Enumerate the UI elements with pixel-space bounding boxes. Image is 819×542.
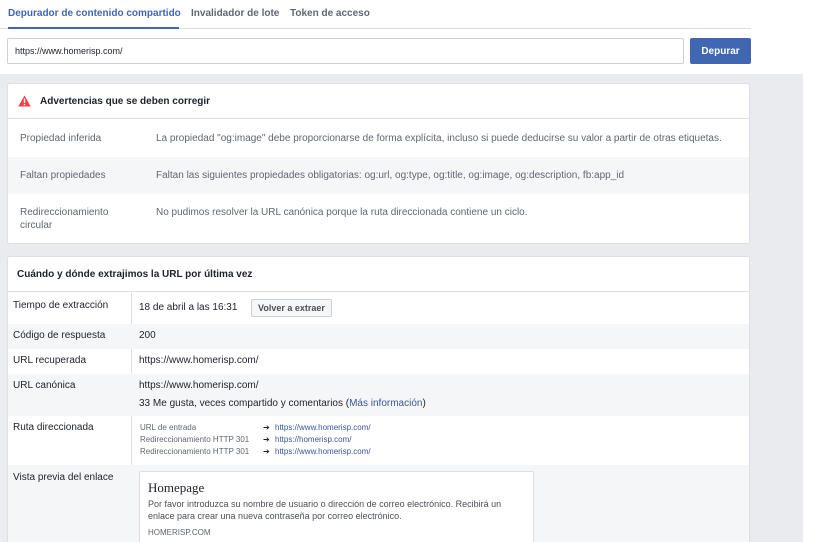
engagement-summary: 33 Me gusta, veces compartido y comentar… (139, 398, 426, 409)
redirect-path-row: Ruta direccionada URL de entrada ➔ https… (8, 416, 749, 465)
tab-access-token[interactable]: Token de acceso (290, 0, 370, 29)
link-preview-card[interactable]: Homepage Por favor introduzca su nombre … (139, 471, 534, 542)
warning-value: La propiedad "og:image" debe proporciona… (156, 133, 722, 144)
response-code-value: 200 (139, 330, 156, 341)
redirect-step: Redireccionamiento HTTP 301 ➔ https://ww… (140, 447, 371, 456)
warning-key: circular (20, 220, 53, 231)
redirect-step-label: Redireccionamiento HTTP 301 (140, 435, 250, 444)
warning-key: Redireccionamiento (20, 207, 109, 218)
response-code-row: Código de respuesta 200 (8, 324, 749, 349)
engagement-text: 33 Me gusta, veces compartido y comentar… (139, 398, 350, 409)
link-preview-title: Homepage (148, 480, 205, 495)
fetched-url-label: URL recuperada (13, 355, 87, 366)
fetch-info-title: Cuándo y dónde extrajimos la URL por últ… (17, 268, 253, 280)
warning-icon (18, 95, 31, 107)
link-preview-row: Vista previa del enlace Homepage Por fav… (8, 465, 749, 542)
warnings-title: Advertencias que se deben corregir (40, 95, 211, 107)
fetch-info-card: Cuándo y dónde extrajimos la URL por últ… (7, 256, 750, 542)
redirect-step: URL de entrada ➔ https://www.homerisp.co… (140, 423, 371, 432)
fetch-time-label: Tiempo de extracción (13, 300, 109, 311)
redirect-step: Redireccionamiento HTTP 301 ➔ https://ho… (140, 435, 351, 444)
tab-sharing-debugger[interactable]: Depurador de contenido compartido (8, 0, 181, 29)
warning-value: Faltan las siguientes propiedades obliga… (156, 170, 625, 181)
fetched-url-link[interactable]: https://www.homerisp.com/ (139, 355, 258, 366)
warning-value: No pudimos resolver la URL canónica porq… (156, 207, 528, 218)
canonical-url-label: URL canónica (13, 380, 76, 391)
link-preview-description: Por favor introduzca su nombre de usuari… (148, 499, 502, 521)
canonical-url-row: URL canónica https://www.homerisp.com/ 3… (8, 374, 749, 416)
redirect-step-label: URL de entrada (140, 423, 197, 432)
redirect-path-label: Ruta direccionada (13, 422, 94, 433)
fetch-time-row: Tiempo de extracción 18 de abril a las 1… (8, 293, 749, 324)
warning-row: Faltan propiedades Faltan las siguientes… (8, 157, 749, 194)
canonical-url-link[interactable]: https://www.homerisp.com/ (139, 380, 258, 391)
link-preview-domain: HOMERISP.COM (148, 528, 211, 537)
warning-row: Redireccionamiento circular No pudimos r… (8, 194, 749, 243)
arrow-right-icon: ➔ (263, 435, 270, 444)
refetch-button[interactable]: Volver a extraer (251, 299, 332, 317)
redirect-step-url[interactable]: https://homerisp.com/ (275, 435, 351, 444)
warning-key: Faltan propiedades (20, 170, 106, 181)
more-info-link[interactable]: Más información (349, 398, 422, 409)
debug-button[interactable]: Depurar (690, 38, 751, 64)
warning-key: Propiedad inferida (20, 133, 102, 144)
tab-bar: Depurador de contenido compartido Invali… (0, 0, 751, 29)
arrow-right-icon: ➔ (263, 423, 270, 432)
warning-row: Propiedad inferida La propiedad "og:imag… (8, 120, 749, 157)
warnings-header: Advertencias que se deben corregir (8, 84, 749, 119)
fetched-url-row: URL recuperada https://www.homerisp.com/ (8, 349, 749, 374)
redirect-step-url[interactable]: https://www.homerisp.com/ (275, 423, 371, 432)
tab-batch-invalidator[interactable]: Invalidador de lote (191, 0, 279, 29)
link-preview-label: Vista previa del enlace (13, 472, 114, 483)
arrow-right-icon: ➔ (263, 447, 270, 456)
warnings-card: Advertencias que se deben corregir Propi… (7, 83, 750, 244)
url-input[interactable] (7, 38, 684, 64)
redirect-step-label: Redireccionamiento HTTP 301 (140, 447, 250, 456)
fetch-time-value: 18 de abril a las 16:31 (139, 302, 238, 313)
redirect-step-url[interactable]: https://www.homerisp.com/ (275, 447, 371, 456)
engagement-close: ) (422, 398, 426, 409)
fetch-info-header: Cuándo y dónde extrajimos la URL por últ… (8, 257, 749, 292)
response-code-label: Código de respuesta (13, 330, 106, 341)
